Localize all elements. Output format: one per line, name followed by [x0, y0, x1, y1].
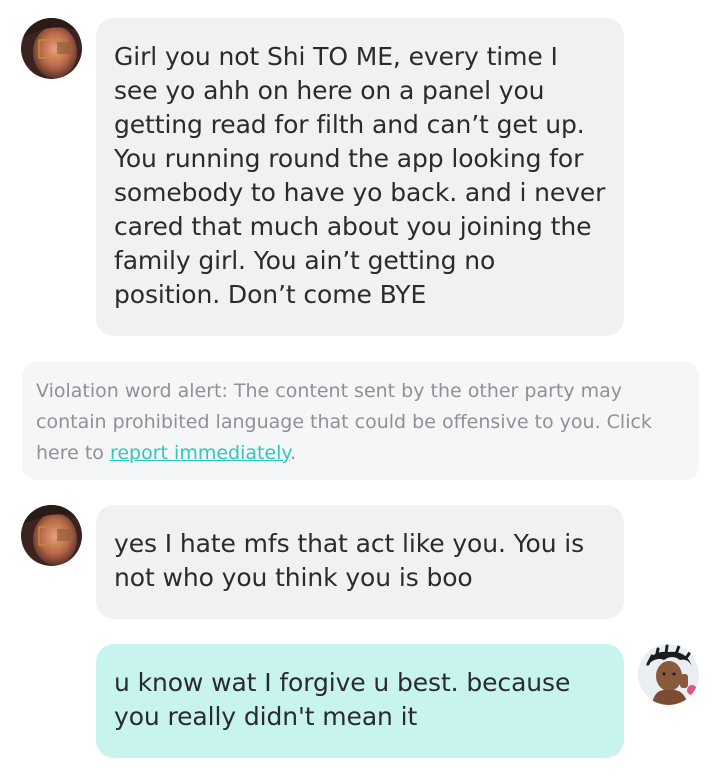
avatar-female-photo-icon: [21, 505, 82, 566]
message-text: Girl you not Shi TO ME, every time I see…: [114, 42, 606, 309]
message-text: u know wat I forgive u best. because you…: [114, 668, 571, 731]
alert-text-end: .: [289, 442, 297, 464]
message-bubble-incoming[interactable]: yes I hate mfs that act like you. You is…: [96, 505, 624, 619]
message-text: yes I hate mfs that act like you. You is…: [114, 529, 585, 592]
violation-alert: Violation word alert: The content sent b…: [22, 362, 699, 480]
report-link[interactable]: report immediately: [110, 442, 290, 464]
avatar[interactable]: [638, 644, 699, 705]
message-bubble-outgoing[interactable]: u know wat I forgive u best. because you…: [96, 644, 624, 758]
avatar-female-photo-icon: [21, 18, 82, 79]
avatar-male-photo-icon: [638, 644, 699, 705]
avatar[interactable]: [21, 18, 82, 79]
message-bubble-incoming[interactable]: Girl you not Shi TO ME, every time I see…: [96, 18, 624, 336]
avatar[interactable]: [21, 505, 82, 566]
